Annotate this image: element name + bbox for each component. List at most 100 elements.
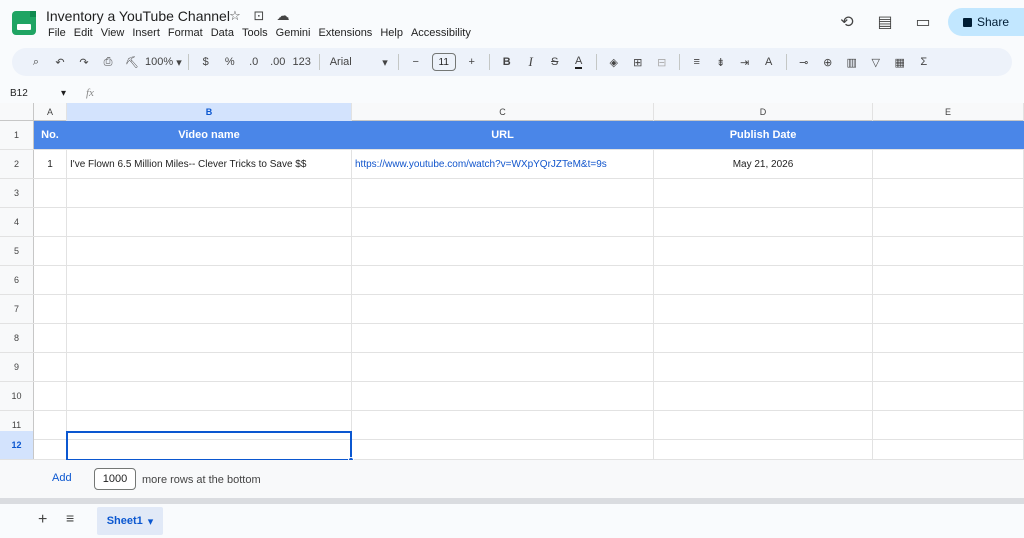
cell[interactable] [34, 179, 67, 207]
text-color-button[interactable]: A [568, 51, 590, 73]
row-header[interactable]: 12 [0, 431, 34, 459]
cell[interactable] [67, 266, 352, 294]
cell[interactable] [654, 237, 873, 265]
font-size-input[interactable]: 11 [431, 53, 456, 71]
horizontal-scrollbar[interactable] [0, 498, 1024, 504]
select-all-corner[interactable] [0, 103, 34, 121]
menu-accessibility[interactable]: Accessibility [407, 26, 475, 40]
percent-format-button[interactable]: % [219, 51, 241, 73]
cell[interactable] [352, 237, 654, 265]
search-menus-icon[interactable]: ⌕ [25, 51, 47, 73]
column-header-a[interactable]: A [34, 103, 67, 121]
row-header[interactable]: 10 [0, 382, 34, 410]
star-icon[interactable]: ☆ [228, 8, 242, 24]
strikethrough-button[interactable]: S [544, 51, 566, 73]
insert-comment-icon[interactable]: ⊕ [817, 51, 839, 73]
cell[interactable] [67, 382, 352, 410]
sheets-logo-icon[interactable] [12, 11, 36, 35]
cell[interactable] [67, 295, 352, 323]
cell[interactable] [873, 353, 1024, 381]
cell[interactable] [67, 179, 352, 207]
italic-button[interactable]: I [520, 51, 542, 73]
cell-url-link[interactable]: https://www.youtube.com/watch?v=WXpYQrJZ… [352, 150, 654, 178]
menu-file[interactable]: File [44, 26, 70, 40]
comments-icon[interactable]: ▤ [876, 12, 894, 32]
cell[interactable] [352, 324, 654, 352]
column-header-c[interactable]: C [352, 103, 654, 121]
cell[interactable] [352, 431, 654, 459]
menu-extensions[interactable]: Extensions [315, 26, 377, 40]
cell[interactable] [34, 353, 67, 381]
decrease-decimal-button[interactable]: .0 [243, 51, 265, 73]
menu-insert[interactable]: Insert [128, 26, 164, 40]
paint-format-icon[interactable]: ⛏ [121, 51, 143, 73]
cell[interactable] [34, 208, 67, 236]
column-header-d[interactable]: D [654, 103, 873, 121]
cell-no[interactable]: 1 [34, 150, 67, 178]
cell[interactable] [873, 382, 1024, 410]
menu-format[interactable]: Format [164, 26, 207, 40]
cell[interactable] [67, 208, 352, 236]
menu-tools[interactable]: Tools [238, 26, 272, 40]
increase-font-size-button[interactable]: + [461, 51, 483, 73]
name-box[interactable]: B12 ▾ [0, 88, 70, 99]
header-cell-url[interactable]: URL [352, 121, 654, 149]
cell[interactable] [67, 324, 352, 352]
print-icon[interactable]: ⎙ [97, 51, 119, 73]
cell-publish-date[interactable]: May 21, 2026 [654, 150, 873, 178]
cell[interactable] [34, 324, 67, 352]
cell-selected[interactable] [67, 431, 352, 459]
currency-format-button[interactable]: $ [195, 51, 217, 73]
filter-views-icon[interactable]: ▦ [889, 51, 911, 73]
more-formats-button[interactable]: 123 [291, 51, 313, 73]
column-header-b[interactable]: B [67, 103, 352, 121]
move-folder-icon[interactable]: ⊡ [252, 8, 266, 24]
cell[interactable] [873, 179, 1024, 207]
merge-cells-icon[interactable]: ⊟ [651, 51, 673, 73]
font-select[interactable]: Arial ▾ [326, 51, 392, 73]
cell[interactable] [34, 295, 67, 323]
menu-view[interactable]: View [97, 26, 129, 40]
add-rows-button[interactable]: Add [52, 472, 72, 484]
cell[interactable] [352, 353, 654, 381]
row-header[interactable]: 6 [0, 266, 34, 294]
insert-chart-icon[interactable]: ▥ [841, 51, 863, 73]
row-header[interactable]: 1 [0, 121, 34, 149]
cell-empty[interactable] [873, 150, 1024, 178]
cloud-status-icon[interactable]: ☁ [276, 8, 290, 24]
menu-help[interactable]: Help [376, 26, 407, 40]
cell[interactable] [873, 431, 1024, 459]
menu-edit[interactable]: Edit [70, 26, 97, 40]
zoom-select[interactable]: 100% ▾ [145, 51, 182, 73]
menu-gemini[interactable]: Gemini [272, 26, 315, 40]
cell[interactable] [352, 266, 654, 294]
text-rotation-icon[interactable]: A [758, 51, 780, 73]
increase-decimal-button[interactable]: .00 [267, 51, 289, 73]
cell[interactable] [654, 295, 873, 323]
row-header[interactable]: 2 [0, 150, 34, 178]
decrease-font-size-button[interactable]: − [405, 51, 427, 73]
cell[interactable] [873, 295, 1024, 323]
menu-data[interactable]: Data [207, 26, 238, 40]
column-header-e[interactable]: E [873, 103, 1024, 121]
add-sheet-icon[interactable]: + [38, 511, 47, 529]
vertical-align-icon[interactable]: ⇟ [710, 51, 732, 73]
functions-icon[interactable]: Σ [913, 51, 935, 73]
cell[interactable] [654, 266, 873, 294]
all-sheets-icon[interactable]: ≡ [66, 510, 74, 526]
cell[interactable] [67, 237, 352, 265]
cell[interactable] [654, 208, 873, 236]
header-cell-video-name[interactable]: Video name [67, 121, 352, 149]
sheet-grid[interactable]: A B C D E 1 No. Video name URL Publish D… [0, 103, 1024, 460]
cell[interactable] [34, 382, 67, 410]
cell[interactable] [654, 324, 873, 352]
row-header[interactable]: 8 [0, 324, 34, 352]
document-title[interactable]: Inventory a YouTube Channel [46, 8, 230, 24]
cell[interactable] [34, 431, 67, 459]
cell[interactable] [34, 266, 67, 294]
cell[interactable] [654, 431, 873, 459]
rows-count-input[interactable]: 1000 [94, 468, 136, 490]
share-button[interactable]: Share [948, 8, 1024, 36]
header-cell-no[interactable]: No. [34, 121, 67, 149]
cell[interactable] [67, 353, 352, 381]
